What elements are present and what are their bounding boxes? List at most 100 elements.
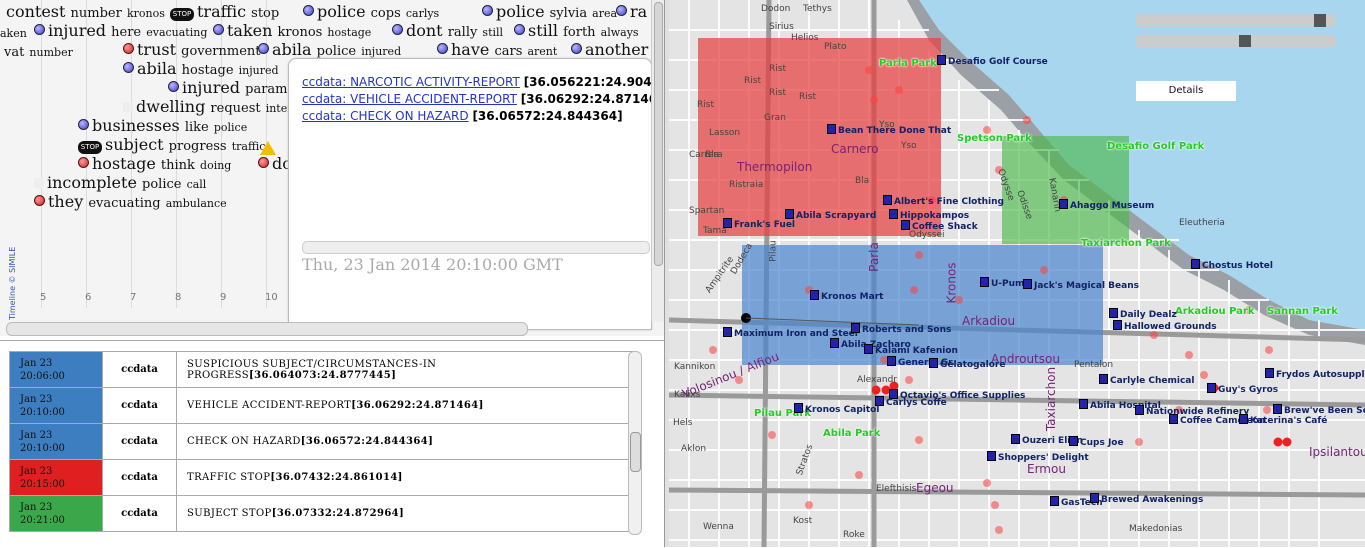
poi-marker[interactable]: Kronos Capitol bbox=[794, 403, 879, 415]
popup-event-coord: [36.06292:24.871464] bbox=[520, 92, 664, 106]
timeline-horizontal-scrollbar[interactable] bbox=[6, 322, 528, 336]
time-slider[interactable] bbox=[1136, 35, 1335, 47]
poi-marker[interactable]: Carlys Coffe bbox=[875, 396, 947, 408]
slider-thumb[interactable] bbox=[1314, 14, 1326, 27]
row-date: Jan 23 bbox=[20, 501, 53, 513]
timeline-event[interactable]: STOP traffic stop bbox=[170, 4, 279, 22]
row-time: 20:10:00 bbox=[20, 406, 65, 418]
poi-marker[interactable]: Guy's Gyros bbox=[1207, 383, 1278, 395]
blue-event-icon bbox=[437, 43, 448, 54]
timeline-event[interactable]: they evacuating ambulance bbox=[34, 194, 227, 212]
map-canvas[interactable] bbox=[669, 0, 1365, 547]
poi-marker[interactable]: Frydos Autosupply n' bbox=[1265, 368, 1365, 380]
timeline-event[interactable]: incomplete police call bbox=[34, 175, 206, 193]
timeline-event[interactable]: injured parame bbox=[168, 80, 295, 98]
timeline-panel[interactable]: contest number kronos STOP traffic stop p… bbox=[0, 0, 664, 336]
city-map[interactable]: Parla Park Spetson Park Desafio Golf Par… bbox=[669, 0, 1365, 547]
table-row[interactable]: Jan 23 20:10:00 ccdata VEHICLE ACCIDENT-R… bbox=[9, 387, 636, 424]
timeline-event[interactable]: taken kronos hostage bbox=[213, 23, 371, 41]
timeline-event[interactable]: injured here evacuating bbox=[34, 23, 207, 41]
poi-marker[interactable]: Kronos Mart bbox=[810, 290, 883, 302]
blue-event-icon bbox=[78, 119, 89, 130]
blue-event-icon bbox=[303, 5, 314, 16]
poi-marker[interactable]: Daily Dealz bbox=[1109, 308, 1177, 320]
poi-marker[interactable]: Brewed Awakenings bbox=[1090, 493, 1203, 505]
slider-thumb[interactable] bbox=[1239, 35, 1251, 47]
district-label: Ermou bbox=[1027, 462, 1066, 476]
poi-marker[interactable]: Jack's Magical Beans bbox=[1023, 279, 1139, 291]
poi-marker[interactable]: Kalami Kafenion bbox=[864, 344, 958, 356]
scrollbar-thumb[interactable] bbox=[630, 432, 641, 472]
table-row[interactable]: Jan 23 20:06:00 ccdata SUSPICIOUS SUBJECT… bbox=[9, 351, 636, 388]
table-row[interactable]: Jan 23 20:15:00 ccdata TRAFFIC STOP[36.07… bbox=[9, 459, 636, 496]
blue-event-icon bbox=[213, 24, 224, 35]
poi-marker[interactable]: Abila Scrapyard bbox=[785, 209, 876, 221]
event-table-panel[interactable]: Jan 23 20:06:00 ccdata SUSPICIOUS SUBJECT… bbox=[0, 340, 664, 548]
table-vertical-scrollbar[interactable] bbox=[628, 351, 642, 535]
row-source: ccdata bbox=[102, 423, 177, 460]
poi-marker[interactable]: Ahaggo Museum bbox=[1059, 199, 1154, 211]
timeline-event[interactable]: businesses like police bbox=[78, 118, 247, 136]
timeline-credit[interactable]: Timeline © SIMILE bbox=[8, 247, 17, 320]
timeline-event[interactable]: contest number kronos bbox=[6, 4, 165, 22]
event-keyword: hostage bbox=[181, 63, 234, 78]
street-label: Tethys bbox=[803, 4, 832, 14]
district-label: Thermopilon bbox=[737, 160, 813, 174]
timeline-event[interactable]: dont rally still bbox=[392, 23, 503, 41]
poi-marker[interactable]: Albert's Fine Clothing bbox=[883, 195, 1004, 207]
blank-event-icon bbox=[34, 178, 44, 188]
table-row[interactable]: Jan 23 20:21:00 ccdata SUBJECT STOP[36.07… bbox=[9, 495, 636, 532]
event-popup[interactable]: ccdata: NARCOTIC ACTIVITY-REPORT [36.056… bbox=[288, 58, 664, 330]
axis-tick: 9 bbox=[220, 292, 227, 303]
row-source: ccdata bbox=[102, 387, 177, 424]
poi-marker[interactable]: Shoppers' Delight bbox=[987, 451, 1089, 463]
row-time-cell: Jan 23 20:15:00 bbox=[9, 459, 103, 496]
timeline-event[interactable]: police sylvia area bbox=[482, 4, 617, 22]
popup-event-link[interactable]: ccdata: CHECK ON HAZARD bbox=[302, 109, 469, 123]
poi-marker[interactable]: Brew've Been Served bbox=[1273, 404, 1365, 416]
event-keyword: still bbox=[528, 21, 558, 40]
district-label: Ipsilantou bbox=[1309, 445, 1365, 459]
poi-marker[interactable]: Roberts and Sons bbox=[851, 323, 951, 335]
timeline-event[interactable]: trust government bbox=[123, 42, 261, 60]
details-button[interactable]: Details bbox=[1136, 81, 1236, 101]
timeline-event[interactable]: another bbox=[571, 42, 648, 58]
poi-marker[interactable]: Chostus Hotel bbox=[1191, 259, 1273, 271]
event-keyword: they bbox=[48, 192, 84, 211]
timeline-vertical-scrollbar[interactable] bbox=[651, 0, 664, 322]
row-time: 20:15:00 bbox=[20, 478, 65, 490]
timeline-event[interactable]: do bbox=[258, 156, 292, 172]
popup-event-link[interactable]: ccdata: VEHICLE ACCIDENT-REPORT bbox=[302, 92, 517, 106]
popup-event[interactable]: ccdata: NARCOTIC ACTIVITY-REPORT [36.056… bbox=[289, 59, 664, 91]
park-label: Taxiarchon Park bbox=[1081, 238, 1171, 249]
timeline-event[interactable]: STOP subject progress traffic bbox=[78, 137, 265, 155]
popup-horizontal-scrollbar[interactable] bbox=[302, 241, 650, 254]
popup-event[interactable]: ccdata: CHECK ON HAZARD [36.06572:24.844… bbox=[289, 108, 651, 125]
scrollbar-thumb[interactable] bbox=[654, 2, 663, 266]
timeline-event[interactable]: aken bbox=[0, 24, 27, 42]
popup-event[interactable]: ccdata: VEHICLE ACCIDENT-REPORT [36.0629… bbox=[289, 91, 664, 108]
event-keyword: stop bbox=[251, 6, 280, 21]
event-keyword: injured bbox=[182, 78, 241, 97]
poi-marker[interactable]: Desafio Golf Course bbox=[937, 55, 1048, 67]
poi-marker[interactable]: Carlyle Chemical bbox=[1099, 374, 1194, 386]
timeline-event[interactable]: hostage think doing bbox=[78, 156, 231, 174]
poi-marker[interactable]: Cups Joe bbox=[1069, 436, 1124, 448]
timeline-event[interactable]: police cops carlys bbox=[303, 4, 439, 22]
street-label: Eleutheria bbox=[1179, 218, 1225, 228]
popup-event-link[interactable]: ccdata: NARCOTIC ACTIVITY-REPORT bbox=[302, 75, 520, 89]
event-keyword: like bbox=[184, 120, 209, 135]
timeline-event[interactable]: still forth always bbox=[514, 23, 639, 41]
timeline-event[interactable]: dwelling request inter bbox=[123, 99, 293, 117]
popup-event-coord: [36.06572:24.844364] bbox=[472, 109, 623, 123]
poi-marker[interactable]: Coffee Shack bbox=[901, 220, 978, 232]
timeline-event[interactable]: vat number bbox=[4, 43, 73, 61]
timeline-event[interactable]: abila hostage injured bbox=[123, 61, 279, 79]
poi-marker[interactable]: Gelatogalore bbox=[929, 358, 1005, 370]
table-row[interactable]: Jan 23 20:10:00 ccdata CHECK ON HAZARD[36… bbox=[9, 423, 636, 460]
timeline-event[interactable]: ra bbox=[616, 4, 647, 20]
opacity-slider[interactable] bbox=[1136, 14, 1335, 27]
poi-marker[interactable]: Bean There Done That bbox=[827, 124, 951, 136]
street-label: Wenna bbox=[703, 522, 734, 532]
poi-marker[interactable]: Hallowed Grounds bbox=[1113, 320, 1217, 332]
